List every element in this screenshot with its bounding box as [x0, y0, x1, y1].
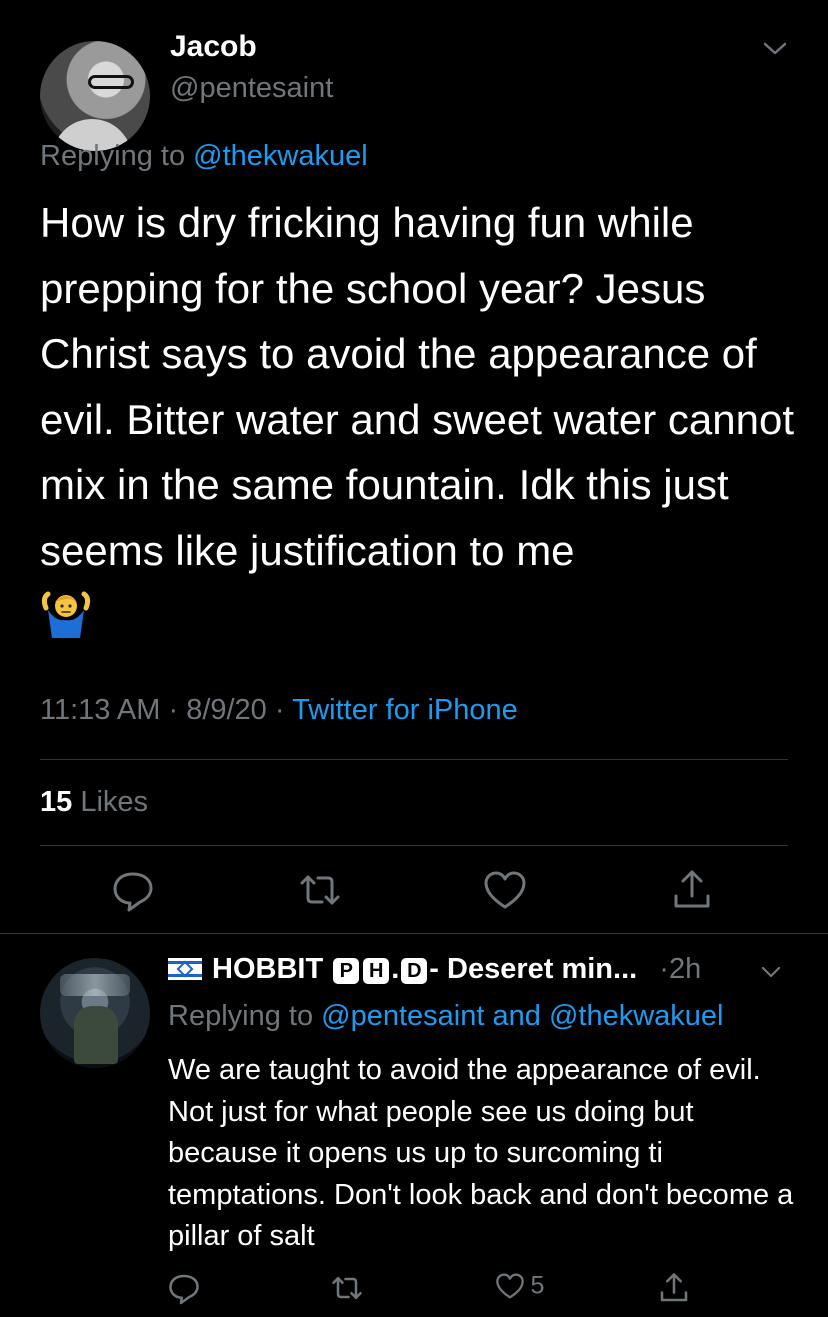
replying-label: Replying to	[40, 140, 186, 172]
likes-label: Likes	[80, 786, 149, 818]
replying-and: and	[492, 1000, 541, 1032]
reply-age-separator: ·	[659, 953, 669, 985]
tweet-date[interactable]: 8/9/20	[186, 694, 267, 726]
heart-icon[interactable]	[481, 866, 529, 914]
chevron-down-icon[interactable]	[760, 963, 782, 981]
reply-author-name[interactable]: HOBBIT PH.D- Deseret min...	[212, 953, 637, 985]
retweet-icon[interactable]	[296, 866, 344, 914]
tweet-text: How is dry fricking having fun while pre…	[40, 199, 795, 574]
like-count: 5	[530, 1271, 545, 1300]
divider	[40, 845, 788, 846]
replying-label: Replying to	[168, 1000, 314, 1032]
divider	[0, 933, 828, 934]
name-letter-box: P	[333, 958, 360, 984]
israel-flag-icon	[168, 958, 202, 980]
meta-separator: ·	[274, 694, 285, 726]
tweet-source-link[interactable]: Twitter for iPhone	[292, 694, 518, 726]
author-handle[interactable]: @pentesaint	[170, 72, 333, 105]
shrug-emoji-icon	[40, 588, 92, 640]
replying-to: Replying to @thekwakuel	[40, 140, 368, 173]
tweet-meta: 11:13 AM · 8/9/20 · Twitter for iPhone	[40, 694, 518, 727]
likes-summary[interactable]: 15 Likes	[40, 786, 148, 819]
reply-header: HOBBIT PH.D- Deseret min... ·2h	[168, 953, 701, 986]
share-icon[interactable]	[656, 1270, 692, 1306]
tweet-time[interactable]: 11:13 AM	[40, 694, 160, 726]
name-suffix: - Deseret min...	[429, 953, 638, 985]
comment-icon[interactable]	[166, 1270, 202, 1306]
comment-icon[interactable]	[109, 866, 157, 914]
retweet-icon[interactable]	[329, 1270, 365, 1306]
meta-separator: ·	[168, 694, 179, 726]
reply-text: We are taught to avoid the appearance of…	[168, 1054, 794, 1252]
name-letter-box: D	[401, 958, 428, 984]
reply-avatar[interactable]	[40, 958, 150, 1068]
name-letter-box: H	[363, 958, 390, 984]
like-action[interactable]: 5	[494, 1270, 544, 1306]
name-dot: .	[391, 953, 400, 985]
chevron-down-icon[interactable]	[762, 38, 788, 58]
name-prefix: HOBBIT	[212, 953, 324, 985]
avatar-background	[60, 974, 130, 996]
replying-handle-link[interactable]: @thekwakuel	[193, 140, 368, 172]
replying-handle-link[interactable]: @thekwakuel	[549, 1000, 724, 1032]
share-icon[interactable]	[668, 866, 716, 914]
reply-age[interactable]: 2h	[669, 953, 701, 985]
likes-count: 15	[40, 786, 73, 818]
divider	[40, 759, 788, 760]
avatar[interactable]	[40, 41, 150, 151]
reply-replying-to: Replying to @pentesaint and @thekwakuel	[168, 1000, 723, 1033]
replying-handle-link[interactable]: @pentesaint	[321, 1000, 484, 1032]
avatar-figure	[74, 1006, 118, 1064]
avatar-glasses	[88, 75, 134, 89]
heart-icon[interactable]	[494, 1270, 526, 1302]
author-name[interactable]: Jacob	[170, 30, 257, 64]
